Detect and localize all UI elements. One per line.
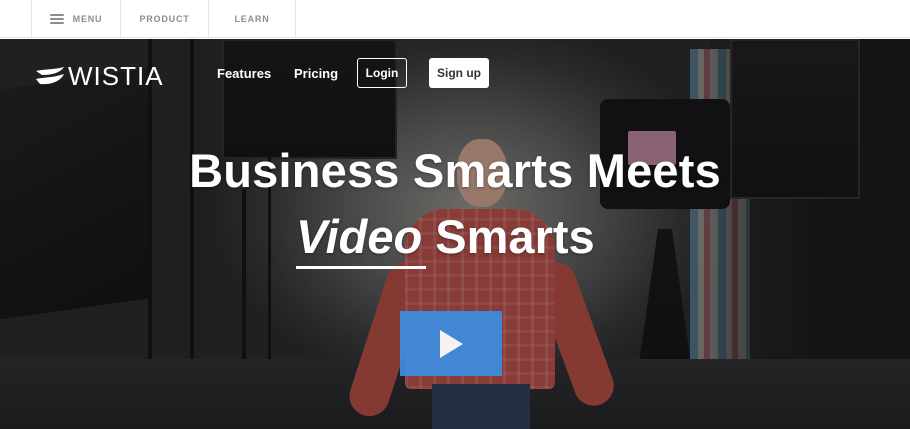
hamburger-icon bbox=[49, 13, 64, 24]
login-button[interactable]: Login bbox=[357, 58, 407, 88]
product-link[interactable]: PRODUCT bbox=[121, 0, 209, 37]
logo-text: WISTIA bbox=[68, 61, 164, 91]
topbar-gutter bbox=[0, 0, 32, 37]
play-icon bbox=[440, 329, 463, 358]
product-label: PRODUCT bbox=[139, 13, 190, 24]
learn-link[interactable]: LEARN bbox=[209, 0, 296, 37]
headline-line2-rest: Smarts bbox=[422, 210, 595, 263]
menu-label: MENU bbox=[72, 13, 103, 24]
wistia-logo-icon bbox=[36, 66, 64, 84]
wistia-logo[interactable]: WISTIA bbox=[36, 61, 164, 92]
video-play-button[interactable] bbox=[400, 311, 502, 376]
learn-label: LEARN bbox=[234, 13, 270, 24]
headline-underline bbox=[296, 266, 426, 269]
hero-section: WISTIA Features Pricing Login Sign up Bu… bbox=[0, 39, 910, 429]
nav-pricing-link[interactable]: Pricing bbox=[294, 66, 338, 81]
hero-headline-line1: Business Smarts Meets bbox=[189, 144, 721, 197]
signup-button[interactable]: Sign up bbox=[429, 58, 489, 88]
nav-features-link[interactable]: Features bbox=[217, 66, 271, 81]
headline-emphasis: Video bbox=[296, 210, 423, 263]
hero-headline-line2: Video Smarts bbox=[296, 211, 595, 263]
menu-button[interactable]: MENU bbox=[32, 0, 121, 37]
top-utility-bar: MENU PRODUCT LEARN bbox=[0, 0, 910, 38]
